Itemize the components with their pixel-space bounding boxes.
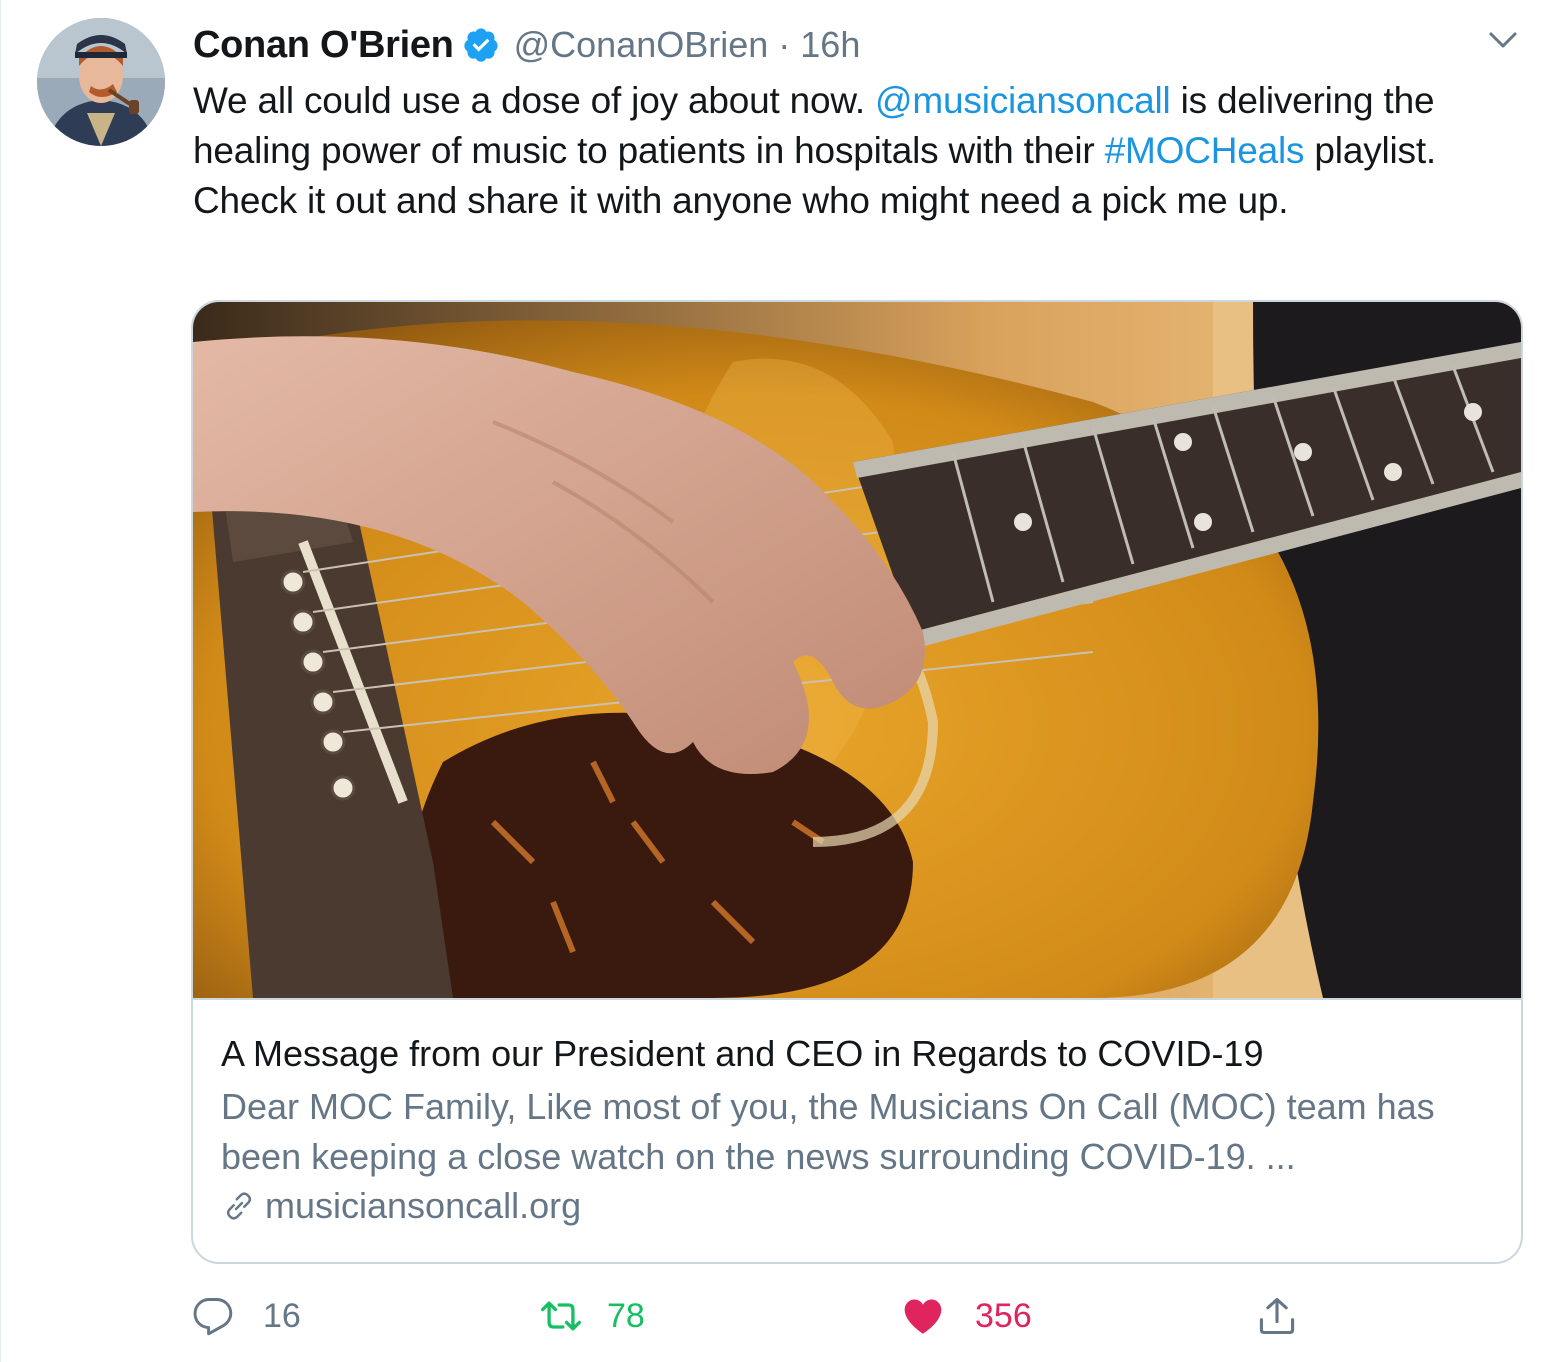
chevron-down-icon[interactable] — [1485, 26, 1521, 54]
link-icon — [226, 1192, 252, 1220]
link-preview-card[interactable]: A Message from our President and CEO in … — [191, 300, 1523, 1264]
guitar-photo — [193, 302, 1521, 998]
tweet-timestamp[interactable]: 16h — [800, 24, 860, 66]
reply-icon — [193, 1298, 233, 1336]
reply-button[interactable]: 16 — [191, 1290, 301, 1342]
reply-count: 16 — [263, 1296, 301, 1335]
share-icon — [1259, 1297, 1295, 1335]
tweet-text-part: We all could use a dose of joy about now… — [193, 80, 876, 121]
retweet-button[interactable]: 78 — [539, 1290, 645, 1342]
separator-dot: · — [778, 24, 791, 65]
avatar[interactable] — [37, 18, 165, 146]
card-body[interactable]: A Message from our President and CEO in … — [193, 998, 1521, 1262]
avatar-image — [37, 18, 165, 146]
hashtag-link[interactable]: #MOCHeals — [1105, 130, 1305, 171]
retweet-icon — [541, 1301, 581, 1331]
like-button[interactable]: 356 — [901, 1290, 1032, 1342]
retweet-count: 78 — [607, 1296, 645, 1335]
card-title: A Message from our President and CEO in … — [221, 1033, 1264, 1074]
card-image[interactable] — [193, 302, 1521, 998]
tweet-text: We all could use a dose of joy about now… — [193, 76, 1513, 226]
heart-icon — [904, 1299, 942, 1334]
tweet-actions: 16 78 356 — [191, 1290, 1331, 1342]
author-name[interactable]: Conan O'Brien — [193, 24, 454, 67]
card-url: musiciansoncall.org — [221, 1182, 1493, 1230]
share-button[interactable] — [1255, 1290, 1299, 1342]
author-handle[interactable]: @ConanOBrien — [514, 24, 769, 66]
verified-badge-icon — [462, 26, 500, 64]
tweet-header: Conan O'Brien @ConanOBrien · 16h — [193, 24, 860, 66]
card-url-text: musiciansoncall.org — [265, 1185, 582, 1226]
card-description: Dear MOC Family, Like most of you, the M… — [221, 1086, 1435, 1177]
mention-link[interactable]: @musiciansoncall — [875, 80, 1171, 121]
like-count: 356 — [975, 1296, 1032, 1335]
tweet[interactable]: Conan O'Brien @ConanOBrien · 16h We all … — [0, 0, 1554, 1362]
